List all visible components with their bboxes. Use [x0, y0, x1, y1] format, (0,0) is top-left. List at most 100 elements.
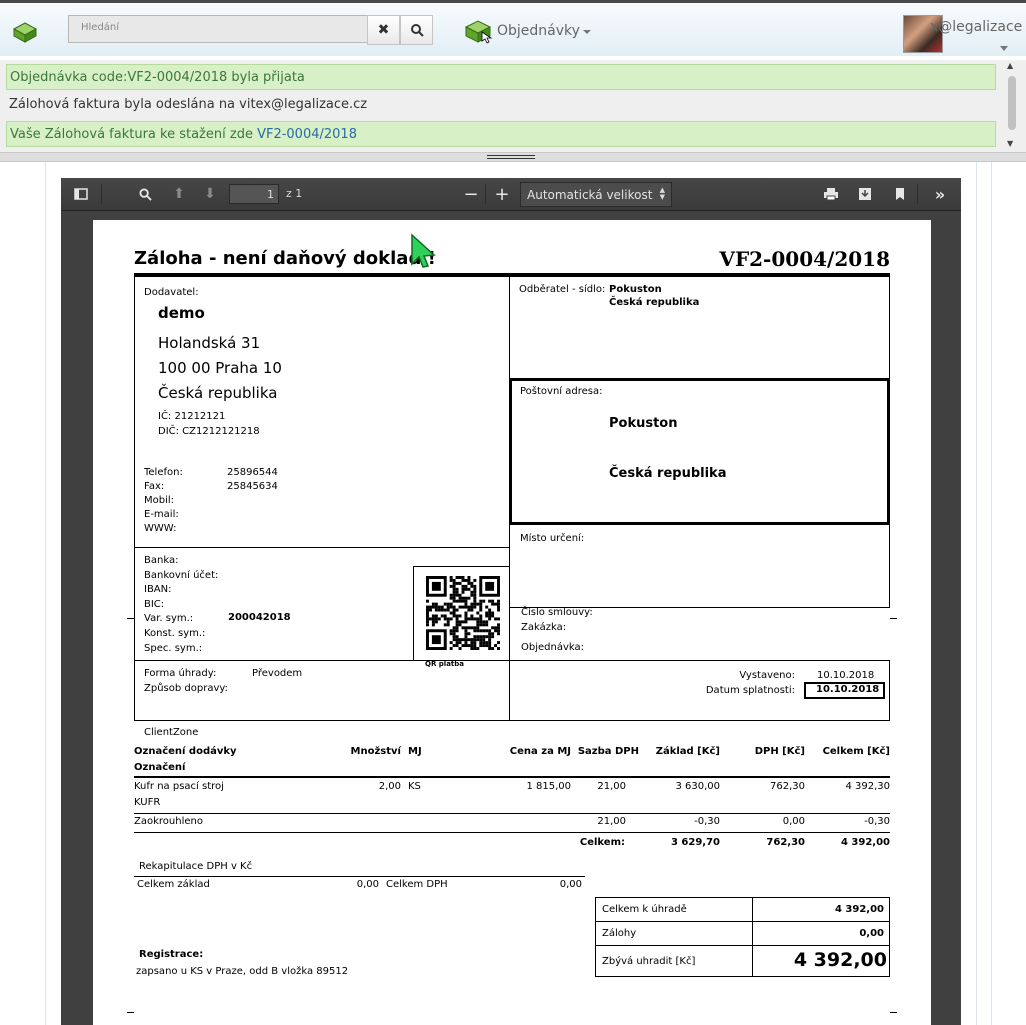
recap-base-label: Celkem základ	[137, 879, 210, 890]
supplier-name: demo	[158, 304, 205, 322]
app-logo-icon[interactable]	[12, 21, 38, 43]
sidebar-toggle-button[interactable]	[71, 184, 91, 204]
bank-label: IBAN:	[144, 584, 172, 596]
row-total: -0,30	[864, 816, 890, 827]
find-button[interactable]	[135, 184, 155, 204]
sidebar-icon	[74, 188, 88, 200]
header-unit: MJ	[408, 746, 422, 757]
supplier-street: Holandská 31	[158, 334, 261, 352]
contact-label: WWW:	[144, 523, 177, 534]
row-vat: 762,30	[770, 781, 805, 792]
due-date: 10.10.2018	[816, 684, 880, 695]
variable-symbol: 200042018	[228, 612, 291, 623]
print-button[interactable]	[821, 184, 841, 204]
row-name: Zaokrouhleno	[134, 816, 203, 827]
bookmark-icon	[896, 188, 904, 200]
search-button[interactable]	[400, 15, 433, 45]
customer-country: Česká republika	[609, 297, 700, 308]
recap-vat-label: Celkem DPH	[386, 879, 448, 890]
total-value: 4 392,00	[834, 904, 884, 915]
page-number-input[interactable]: 1	[229, 184, 279, 204]
row-vat: 0,00	[782, 816, 805, 827]
contract-label: Číslo smlouvy:	[521, 607, 593, 618]
registration-label: Registrace:	[139, 949, 204, 960]
plus-icon: +	[494, 183, 510, 205]
sum-label: Celkem:	[579, 837, 625, 848]
supplier-country: Česká republika	[158, 384, 278, 402]
scroll-up-icon[interactable]: ▲	[1007, 61, 1013, 70]
invoice-title: Záloha - není daňový doklad !	[134, 248, 436, 269]
invoice-download-link[interactable]: VF2-0004/2018	[257, 127, 357, 142]
pdf-toolbar: ⬆ ⬇ 1 z 1 − + Automatická velikost ▲ ▼ »	[61, 178, 961, 211]
message-text: Objednávka code:VF2-0004/2018 byla přija…	[10, 70, 305, 85]
search-input[interactable]: Hledání	[68, 15, 368, 43]
next-page-button[interactable]: ⬇	[200, 184, 220, 204]
tools-button[interactable]: »	[930, 184, 950, 204]
invoice-number: VF2-0004/2018	[719, 247, 890, 271]
payment-method-label: Forma úhrady:	[144, 668, 217, 679]
order-label: Objednávka:	[521, 642, 584, 653]
zoom-select-value: Automatická velikost	[527, 188, 653, 202]
select-arrows-icon: ▲ ▼	[659, 186, 665, 201]
zoom-select[interactable]: Automatická velikost ▲ ▼	[520, 182, 672, 207]
header-vat-rate: Sazba DPH	[577, 746, 639, 757]
header-item-2: Označení	[134, 762, 186, 773]
row-rule	[134, 832, 890, 833]
search-icon	[138, 187, 152, 201]
due-label: Datum splatnosti:	[705, 685, 795, 696]
sum-base: 3 629,70	[670, 837, 720, 848]
zoom-out-button[interactable]: −	[461, 184, 481, 205]
mouse-cursor-icon	[411, 233, 436, 268]
row-base: -0,30	[694, 816, 720, 827]
user-menu-caret-icon[interactable]	[1000, 46, 1008, 51]
splitter-grip[interactable]	[487, 155, 535, 159]
search-icon	[410, 24, 424, 37]
download-button[interactable]	[855, 184, 875, 204]
total-label: Zálohy	[602, 928, 637, 939]
bank-label: Bankovní účet:	[144, 569, 219, 581]
previous-page-button[interactable]: ⬆	[169, 184, 189, 204]
payment-method: Převodem	[252, 668, 303, 679]
contact-label: Telefon:	[144, 467, 183, 478]
totals-rule	[595, 945, 890, 946]
row-base: 3 630,00	[675, 781, 720, 792]
supplier-city: 100 00 Praha 10	[158, 359, 282, 377]
delivery-label: Způsob dopravy:	[144, 683, 228, 694]
client-zone: ClientZone	[144, 727, 199, 738]
issued-label: Vystaveno:	[739, 670, 795, 681]
orders-box-icon	[464, 20, 493, 44]
pdf-page: Záloha - není daňový doklad ! VF2-0004/2…	[93, 220, 931, 1025]
chevron-down-icon	[582, 30, 591, 34]
table-header-rule	[134, 776, 890, 778]
clear-search-button[interactable]: ✖	[367, 15, 400, 45]
header-base: Základ [Kč]	[655, 746, 720, 757]
scrollbar-thumb[interactable]	[1008, 76, 1016, 130]
crop-mark	[127, 1012, 134, 1013]
layout-guide	[991, 162, 992, 1025]
crop-mark	[890, 618, 897, 619]
messages-scrollbar[interactable]: ▲ ▼	[1006, 61, 1018, 150]
panel-splitter[interactable]	[0, 152, 1026, 162]
row-qty: 2,00	[378, 781, 401, 792]
contact-labels: Telefon: Fax: Mobil: E-mail: WWW:	[144, 466, 183, 536]
scroll-down-icon[interactable]: ▼	[1007, 139, 1013, 148]
orders-menu[interactable]: Objednávky	[463, 17, 591, 45]
contact-value: 25896544	[227, 467, 278, 478]
user-label[interactable]: x@legalizace	[930, 19, 1026, 35]
row-total: 4 392,30	[845, 781, 890, 792]
bookmark-button[interactable]	[890, 184, 910, 204]
postal-address-box	[509, 378, 890, 525]
arrow-up-icon: ⬆	[173, 186, 185, 202]
crop-mark	[890, 1012, 897, 1013]
printer-icon	[824, 188, 838, 201]
contact-label: Mobil:	[144, 495, 175, 506]
toolbar-separator	[917, 184, 918, 204]
row-rate: 21,00	[597, 781, 626, 792]
contact-value: 25845634	[227, 481, 278, 492]
supplier-label: Dodavatel:	[144, 287, 199, 298]
supplier-ic: IČ: 21212121	[158, 411, 226, 422]
bank-label: Spec. sym.:	[144, 642, 203, 654]
double-chevron-right-icon: »	[934, 184, 946, 204]
zoom-in-button[interactable]: +	[492, 183, 512, 205]
messages-panel: Objednávka code:VF2-0004/2018 byla přija…	[0, 60, 1026, 152]
